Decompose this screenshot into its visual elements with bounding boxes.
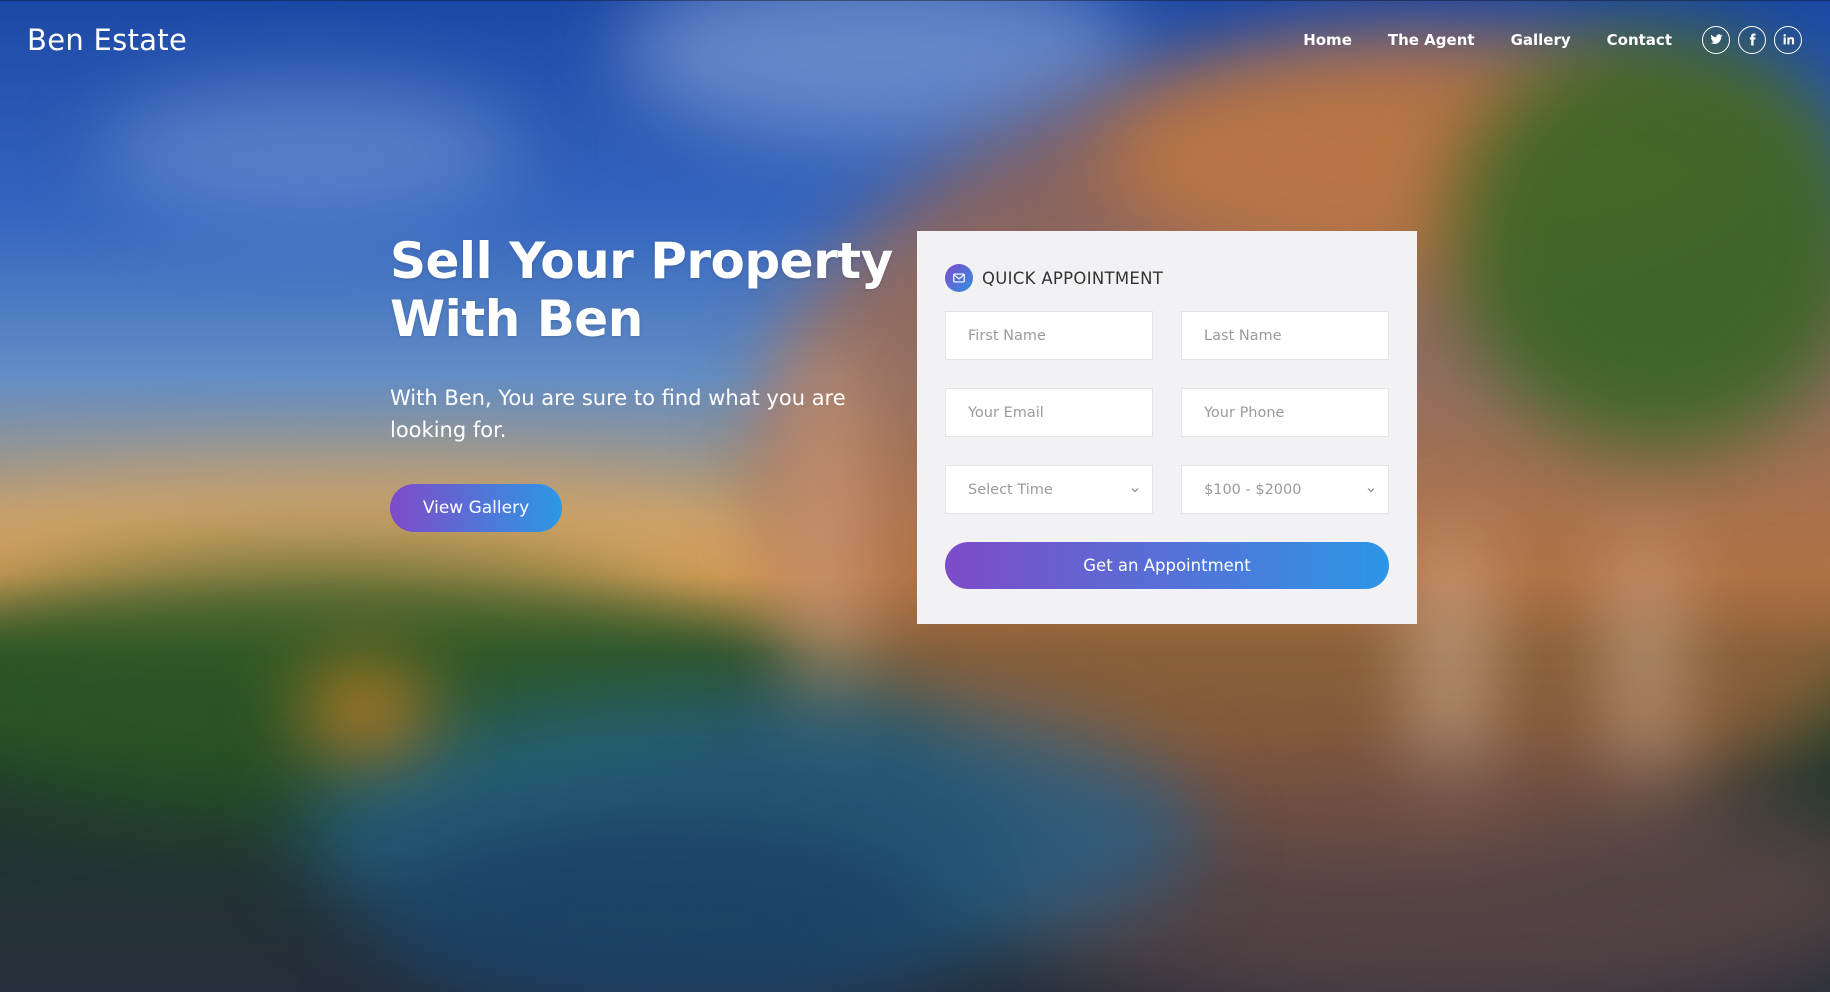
brand-logo[interactable]: Ben Estate: [27, 23, 187, 57]
linkedin-icon[interactable]: [1774, 25, 1802, 54]
envelope-icon: [945, 264, 973, 292]
select-row: Select Time $100 - $2000: [945, 465, 1389, 514]
appointment-heading: QUICK APPOINTMENT: [945, 263, 1389, 293]
hero-section: Sell Your Property With Ben With Ben, Yo…: [390, 232, 910, 532]
get-appointment-button[interactable]: Get an Appointment: [945, 542, 1389, 589]
nav-home[interactable]: Home: [1303, 31, 1352, 49]
chevron-down-icon: [1131, 487, 1139, 492]
phone-input[interactable]: [1181, 388, 1389, 437]
hero-background-photo: [0, 0, 1830, 992]
hero-subtitle: With Ben, You are sure to find what you …: [390, 386, 846, 442]
time-select-value: Select Time: [968, 481, 1053, 498]
last-name-input[interactable]: [1181, 311, 1389, 360]
email-input[interactable]: [945, 388, 1153, 437]
contact-row: [945, 388, 1389, 437]
time-select[interactable]: Select Time: [945, 465, 1153, 514]
main-nav: Home The Agent Gallery Contact: [1267, 25, 1802, 54]
hero-title: Sell Your Property With Ben: [390, 232, 910, 348]
nav-the-agent[interactable]: The Agent: [1388, 31, 1475, 49]
view-gallery-button[interactable]: View Gallery: [390, 484, 562, 532]
hero-title-line2: With Ben: [390, 290, 643, 348]
nav-contact[interactable]: Contact: [1607, 31, 1672, 49]
site-header: Ben Estate Home The Agent Gallery Contac…: [0, 0, 1830, 78]
hero-title-line1: Sell Your Property: [390, 232, 893, 290]
facebook-icon[interactable]: [1738, 25, 1766, 54]
twitter-icon[interactable]: [1702, 25, 1730, 54]
appointment-title: QUICK APPOINTMENT: [982, 268, 1164, 288]
budget-select-value: $100 - $2000: [1204, 481, 1302, 498]
name-row: [945, 311, 1389, 360]
chevron-down-icon: [1367, 487, 1375, 492]
nav-gallery[interactable]: Gallery: [1511, 31, 1571, 49]
quick-appointment-card: QUICK APPOINTMENT Select Time $100 - $20…: [917, 231, 1417, 624]
first-name-input[interactable]: [945, 311, 1153, 360]
social-links: [1694, 25, 1802, 54]
budget-select[interactable]: $100 - $2000: [1181, 465, 1389, 514]
